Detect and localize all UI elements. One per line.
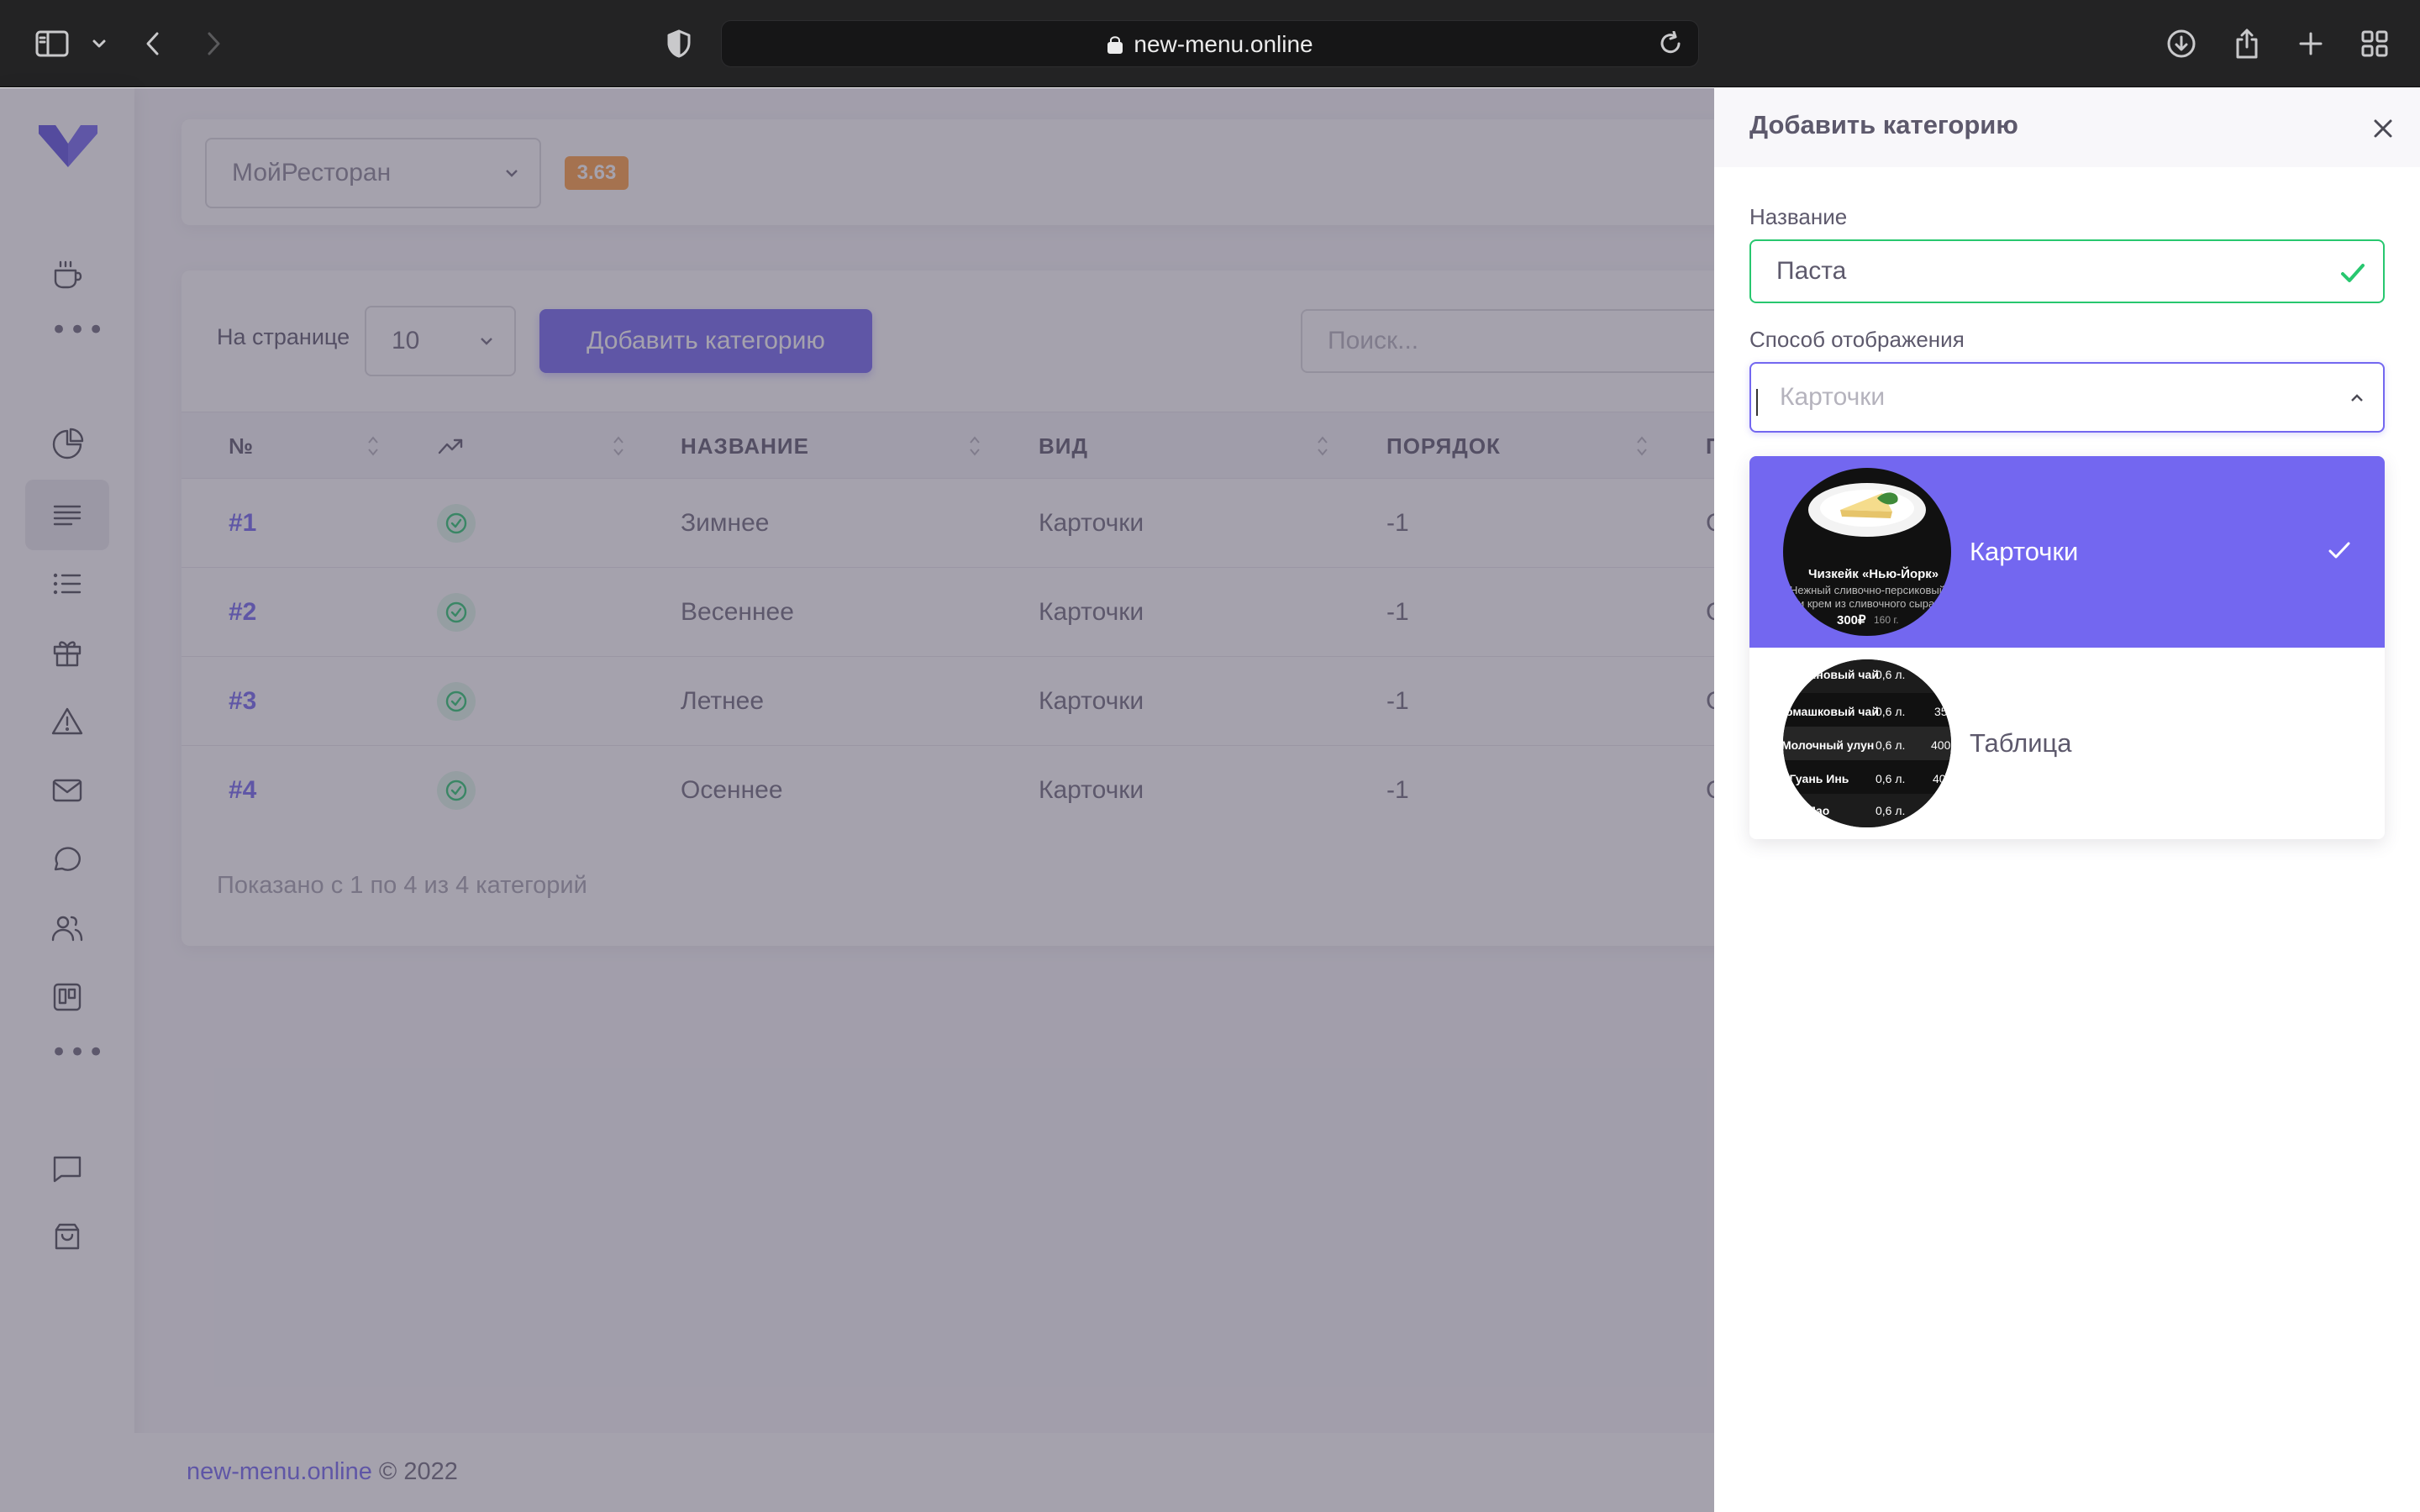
- tab-overview-icon[interactable]: [2356, 25, 2393, 62]
- cards-preview-price: 300₽: [1837, 613, 1866, 627]
- option-table[interactable]: Жасминовый чай 0,6 л. Ромашковый чай 0,6…: [1749, 648, 2385, 839]
- cards-preview-weight: 160 г.: [1874, 614, 1899, 626]
- display-label: Способ отображения: [1749, 327, 1965, 352]
- address-bar[interactable]: new-menu.online: [721, 20, 1699, 67]
- display-dropdown: Чизкейк «Нью-Йорк» Нежный сливочно-перси…: [1749, 456, 2385, 839]
- modal-backdrop[interactable]: [0, 88, 1714, 1512]
- panel-header: Добавить категорию: [1714, 88, 2420, 167]
- url-text: new-menu.online: [1134, 31, 1313, 57]
- browser-toolbar: new-menu.online: [0, 0, 2420, 87]
- plate-image: [1808, 483, 1926, 537]
- download-icon[interactable]: [2163, 25, 2200, 62]
- name-input[interactable]: Паста: [1749, 239, 2385, 303]
- table-preview-cell: 0,6 л.: [1876, 738, 1906, 752]
- name-input-value: Паста: [1776, 257, 1847, 285]
- new-tab-icon[interactable]: [2292, 25, 2329, 62]
- display-select[interactable]: Карточки: [1749, 362, 2385, 433]
- cards-preview-title: Чизкейк «Нью-Йорк»: [1808, 567, 1939, 581]
- lock-icon: [1107, 36, 1123, 54]
- panel-title: Добавить категорию: [1749, 110, 2018, 139]
- valid-check-icon: [2338, 258, 2368, 288]
- option-label: Таблица: [1970, 728, 2072, 758]
- name-label: Название: [1749, 204, 1848, 229]
- table-preview-cell: 400: [1931, 738, 1951, 752]
- table-preview-cell: 0,6 л.: [1876, 705, 1906, 718]
- option-cards[interactable]: Чизкейк «Нью-Йорк» Нежный сливочно-перси…: [1749, 456, 2385, 648]
- table-preview-cell: 350: [1934, 705, 1951, 718]
- share-icon[interactable]: [2228, 25, 2265, 62]
- display-select-placeholder: Карточки: [1780, 383, 1886, 411]
- cards-preview-image: Чизкейк «Нью-Йорк» Нежный сливочно-перси…: [1783, 468, 1951, 636]
- table-preview-cell: Да Хун Пао: [1783, 804, 1830, 817]
- forward-icon[interactable]: [195, 25, 232, 62]
- option-label: Карточки: [1970, 537, 2079, 566]
- chevron-down-icon[interactable]: [81, 25, 118, 62]
- table-preview-cell: Молочный улун: [1783, 738, 1875, 752]
- shield-icon[interactable]: [660, 25, 697, 62]
- cards-preview-desc: Нежный сливочно-персиковый: [1790, 584, 1945, 596]
- close-icon[interactable]: [2370, 115, 2396, 142]
- table-preview-cell: 400: [1933, 772, 1951, 785]
- add-category-panel: Добавить категорию Название Паста Способ…: [1714, 88, 2420, 1512]
- back-icon[interactable]: [134, 25, 171, 62]
- sidebar-toggle-icon[interactable]: [34, 25, 71, 62]
- table-preview-cell: Ромашковый чай: [1783, 705, 1879, 718]
- table-preview-cell: 0,6 л.: [1876, 804, 1906, 817]
- text-caret: [1756, 389, 1758, 416]
- table-preview-cell: 0,6 л.: [1876, 668, 1906, 681]
- table-preview-cell: Те Гуань Инь: [1783, 772, 1849, 785]
- reload-icon[interactable]: [1658, 30, 1685, 58]
- table-preview-cell: Жасминовый чай: [1783, 668, 1879, 681]
- cards-preview-desc: и крем из сливочного сыра: [1798, 597, 1935, 610]
- table-preview-image: Жасминовый чай 0,6 л. Ромашковый чай 0,6…: [1783, 659, 1951, 827]
- check-icon: [2326, 537, 2353, 564]
- table-preview-cell: 0,6 л.: [1876, 772, 1906, 785]
- chevron-up-icon: [2351, 394, 2363, 402]
